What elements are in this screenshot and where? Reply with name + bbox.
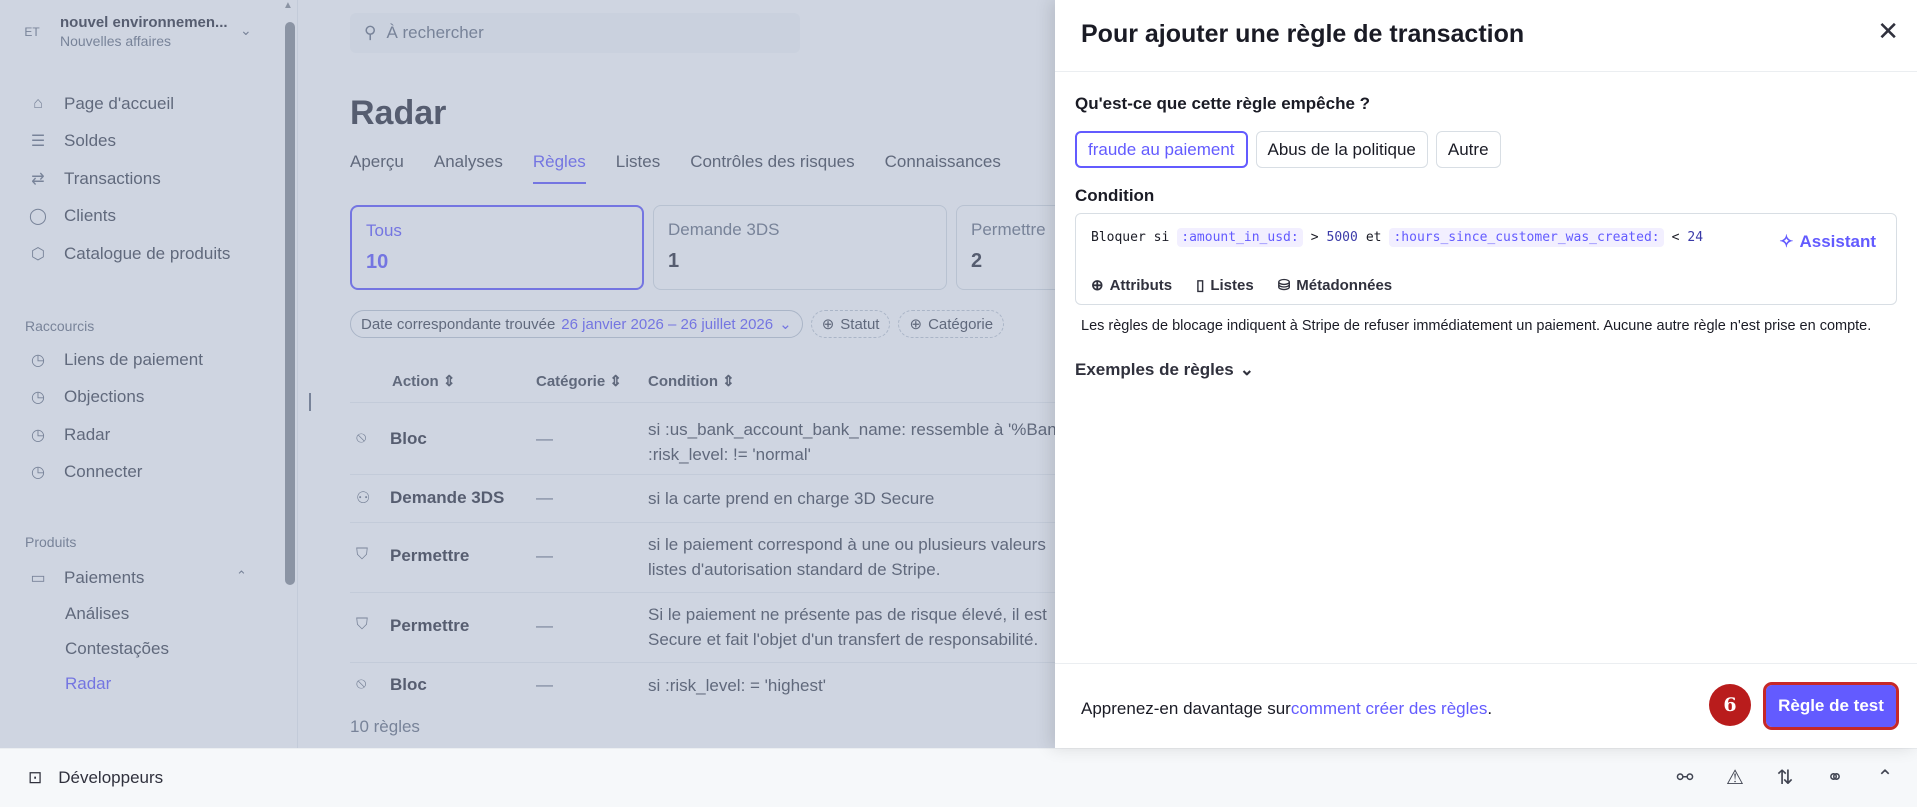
learn-more-text: Apprenez-en davantage surcomment créer d… [1081, 699, 1492, 719]
developers-label: Développeurs [58, 768, 164, 787]
rule-purpose-question: Qu'est-ce que cette règle empêche ? [1075, 94, 1371, 113]
step-number-badge: 6 [1709, 684, 1751, 726]
plus-circle-icon: ⊕ [1091, 277, 1104, 294]
choice-payment-fraud[interactable]: fraude au paiement [1075, 131, 1248, 168]
assistant-button[interactable]: ✧ Assistant [1779, 232, 1876, 252]
choice-other[interactable]: Autre [1435, 131, 1501, 168]
condition-joiner: et [1365, 230, 1382, 245]
test-rule-button[interactable]: Règle de test [1763, 682, 1899, 730]
condition-operator: > [1310, 230, 1319, 245]
learn-more-link[interactable]: comment créer des règles [1291, 699, 1488, 718]
block-rules-hint: Les règles de blocage indiquent à Stripe… [1081, 318, 1872, 334]
chevron-up-circle-icon[interactable]: ⌃ [1873, 765, 1897, 790]
close-icon[interactable]: ✕ [1877, 16, 1899, 47]
condition-editor[interactable]: Bloquer si :amount_in_usd: > 5000 et :ho… [1075, 213, 1897, 305]
binoculars-icon[interactable]: ⚯ [1673, 765, 1697, 790]
condition-value: 24 [1687, 230, 1704, 245]
chevron-down-icon: ⌄ [1239, 360, 1255, 379]
learn-suffix: . [1487, 699, 1493, 718]
choice-policy-abuse[interactable]: Abus de la politique [1255, 131, 1428, 168]
condition-expression[interactable]: Bloquer si :amount_in_usd: > 5000 et :ho… [1091, 228, 1703, 247]
condition-value: 5000 [1326, 230, 1358, 245]
developer-bar: ⊡ Développeurs ⚯ ⚠ ⇅ ⚭ ⌃ [0, 748, 1917, 807]
panel-header: Pour ajouter une règle de transaction ✕ [1055, 0, 1917, 72]
tool-label: Métadonnées [1296, 276, 1393, 294]
add-rule-panel: Pour ajouter une règle de transaction ✕ … [1055, 0, 1917, 748]
assistant-label: Assistant [1799, 232, 1876, 251]
rule-examples-toggle[interactable]: Exemples de règles ⌄ [1075, 360, 1254, 380]
condition-operator: < [1671, 230, 1680, 245]
developers-button[interactable]: ⊡ Développeurs [28, 768, 163, 788]
sparkle-icon: ✧ [1779, 232, 1794, 251]
panel-footer: Apprenez-en davantage surcomment créer d… [1055, 663, 1917, 748]
terminal-icon: ⊡ [28, 768, 43, 787]
learn-prefix: Apprenez-en davantage sur [1081, 699, 1291, 718]
rule-purpose-choices: fraude au paiement Abus de la politique … [1075, 131, 1501, 168]
condition-tools: ⊕ Attributs ▯ Listes ⛁ Métadonnées [1091, 276, 1393, 295]
lists-button[interactable]: ▯ Listes [1196, 276, 1254, 295]
condition-prefix: Bloquer si [1091, 230, 1170, 245]
modal-backdrop[interactable] [0, 0, 1055, 748]
tool-label: Listes [1210, 276, 1254, 294]
attributes-button[interactable]: ⊕ Attributs [1091, 276, 1173, 295]
database-icon: ⛁ [1277, 277, 1291, 294]
tool-label: Attributs [1109, 276, 1173, 294]
sort-arrows-icon[interactable]: ⇅ [1773, 765, 1797, 790]
condition-attribute: :hours_since_customer_was_created: [1389, 228, 1664, 247]
panel-title: Pour ajouter une règle de transaction [1081, 20, 1525, 48]
condition-label: Condition [1075, 186, 1155, 205]
devbar-icons: ⚯ ⚠ ⇅ ⚭ ⌃ [1673, 765, 1897, 790]
metadata-button[interactable]: ⛁ Métadonnées [1277, 276, 1393, 295]
condition-attribute: :amount_in_usd: [1177, 228, 1303, 247]
webhook-icon[interactable]: ⚭ [1823, 765, 1847, 790]
book-icon: ▯ [1196, 277, 1205, 294]
examples-label: Exemples de règles [1075, 360, 1234, 379]
warning-icon[interactable]: ⚠ [1723, 765, 1747, 790]
